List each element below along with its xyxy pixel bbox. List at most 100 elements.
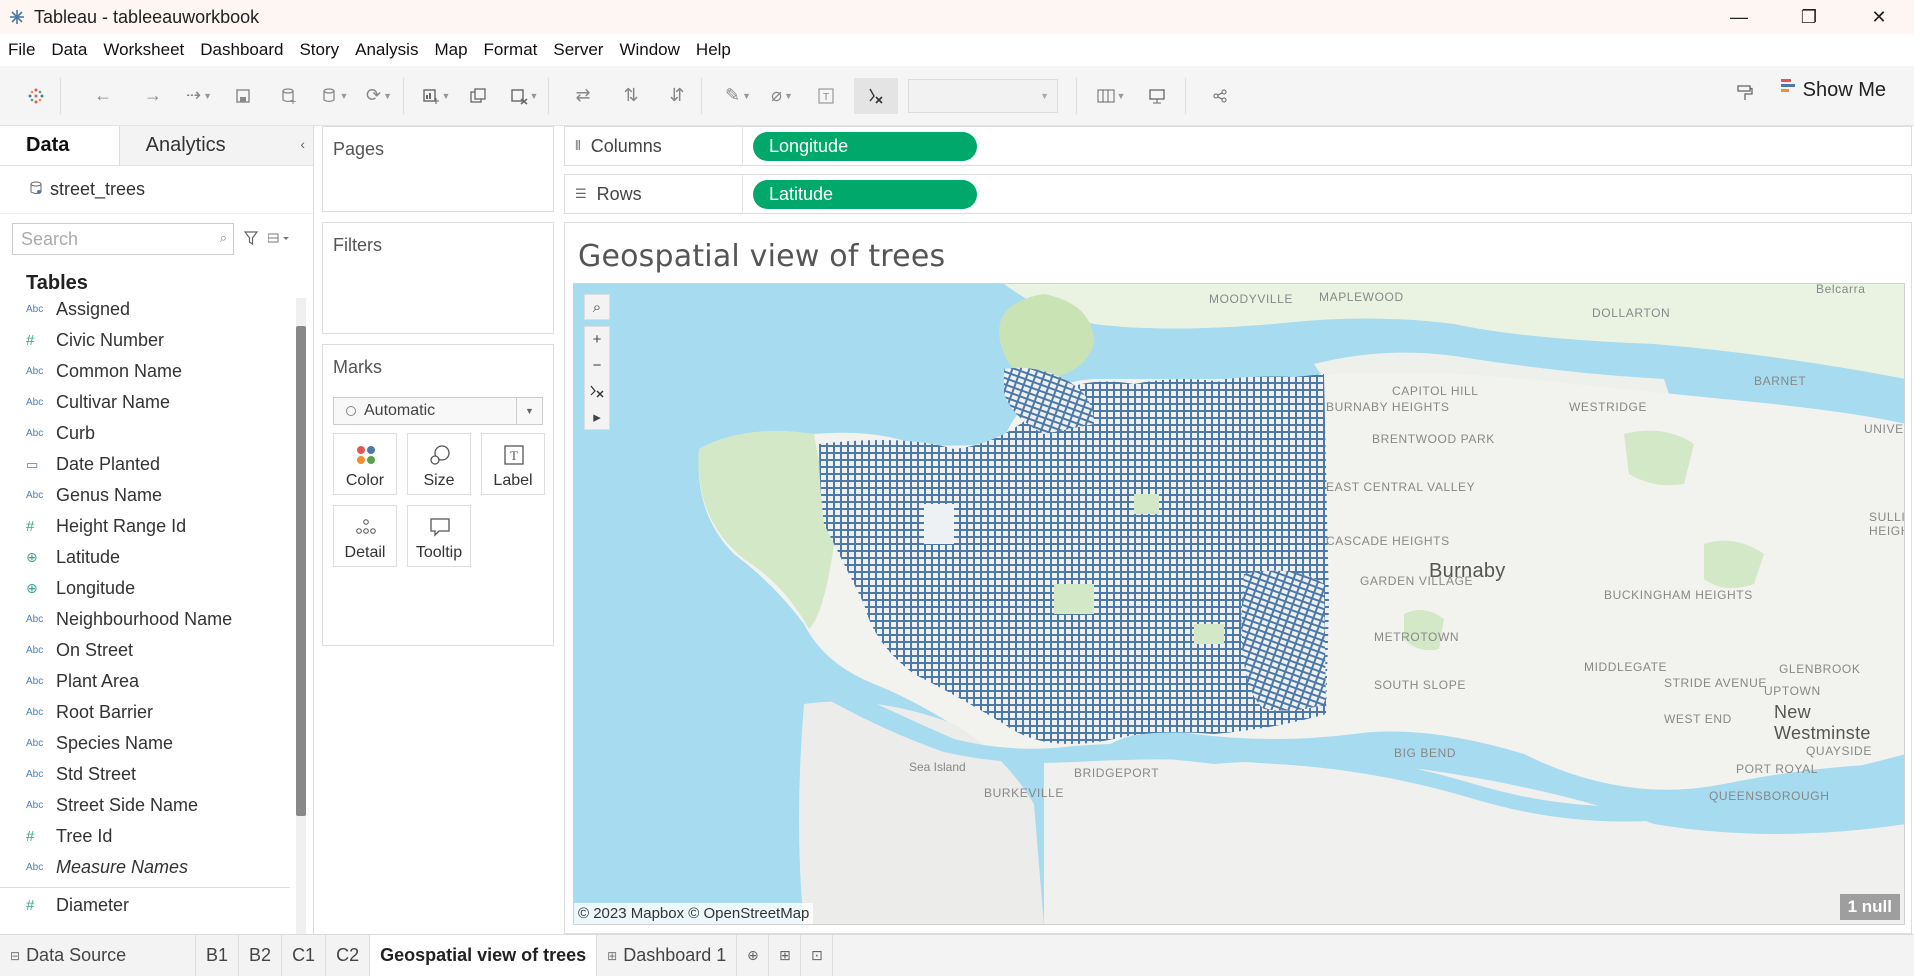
latitude-pill[interactable]: Latitude — [753, 179, 977, 209]
size-icon — [408, 444, 472, 466]
field-item[interactable]: Abc Root Barrier — [0, 697, 290, 728]
tab-dashboard-1[interactable]: ⊞ Dashboard 1 — [597, 934, 738, 976]
null-indicator[interactable]: 1 null — [1839, 894, 1900, 920]
menu-map[interactable]: Map — [426, 40, 475, 60]
replay-icon[interactable]: ⇢ ▼ — [183, 78, 215, 114]
tab-geospatial-view[interactable]: Geospatial view of trees — [370, 934, 598, 976]
field-item[interactable]: Abc On Street — [0, 635, 290, 666]
field-item[interactable]: Abc Species Name — [0, 728, 290, 759]
menu-help[interactable]: Help — [688, 40, 739, 60]
field-item[interactable]: Abc Neighbourhood Name — [0, 604, 290, 635]
new-dashboard-tab-icon[interactable]: ⊞ — [769, 934, 802, 976]
new-story-tab-icon[interactable]: ⊡ — [801, 934, 834, 976]
menu-analysis[interactable]: Analysis — [347, 40, 426, 60]
fix-axes-icon[interactable] — [854, 77, 898, 114]
tab-b1[interactable]: B1 — [196, 934, 240, 976]
sort-ascending-icon[interactable]: ⇅ — [615, 78, 647, 114]
reset-map-icon[interactable] — [584, 378, 610, 404]
tab-analytics[interactable]: Analytics ‹ — [119, 126, 313, 165]
menu-dashboard[interactable]: Dashboard — [192, 40, 291, 60]
zoom-out-button[interactable]: − — [584, 352, 610, 378]
field-item[interactable]: ⊕ Latitude — [0, 542, 290, 573]
field-item[interactable]: Abc Plant Area — [0, 666, 290, 697]
field-search-input[interactable]: Search ⌕ — [12, 223, 234, 255]
place-label: UNIVERCI — [1864, 422, 1904, 436]
filters-card[interactable]: Filters — [322, 222, 554, 334]
field-item[interactable]: # Diameter — [0, 890, 290, 921]
new-worksheet-tab-icon[interactable]: ⊕ — [737, 934, 770, 976]
menu-story[interactable]: Story — [291, 40, 347, 60]
sheet-title[interactable]: Geospatial view of trees — [578, 239, 945, 274]
clear-sheet-icon[interactable]: ▼ — [508, 78, 540, 114]
new-datasource-icon[interactable] — [273, 78, 305, 114]
map-attribution[interactable]: © 2023 Mapbox © OpenStreetMap — [574, 903, 814, 924]
pages-card[interactable]: Pages — [322, 126, 554, 212]
group-members-icon[interactable]: ⌀ ▼ — [766, 78, 798, 114]
field-item[interactable]: # Height Range Id — [0, 511, 290, 542]
presentation-mode-icon[interactable] — [1141, 78, 1173, 114]
share-icon[interactable] — [1204, 78, 1236, 114]
field-item[interactable]: ⊕ Longitude — [0, 573, 290, 604]
menu-data[interactable]: Data — [43, 40, 95, 60]
tooltip-button[interactable]: Tooltip — [407, 505, 471, 567]
field-list-scrollbar[interactable] — [296, 298, 306, 934]
refresh-icon[interactable]: ⟳ ▼ — [363, 78, 395, 114]
datasource-item[interactable]: street_trees — [0, 166, 313, 214]
field-item[interactable]: Abc Curb — [0, 418, 290, 449]
undo-icon[interactable]: ← — [87, 78, 119, 114]
show-cards-icon[interactable]: ▼ — [1095, 78, 1127, 114]
longitude-pill[interactable]: Longitude — [753, 131, 977, 161]
tab-c1[interactable]: C1 — [282, 934, 327, 976]
menu-server[interactable]: Server — [545, 40, 611, 60]
menu-window[interactable]: Window — [611, 40, 687, 60]
swap-rows-columns-icon[interactable]: ⇄ — [567, 78, 599, 114]
new-worksheet-icon[interactable]: ▼ — [420, 78, 452, 114]
show-mark-labels-icon[interactable]: T — [810, 78, 842, 114]
rows-shelf[interactable]: ☰ Rows Latitude — [564, 174, 1912, 214]
save-icon[interactable] — [227, 78, 259, 114]
close-button[interactable]: ✕ — [1844, 0, 1914, 34]
minimize-button[interactable]: — — [1704, 0, 1774, 34]
menu-file[interactable]: File — [0, 40, 43, 60]
pause-updates-icon[interactable]: ▼ — [319, 78, 351, 114]
restore-button[interactable]: ❐ — [1774, 0, 1844, 34]
menu-worksheet[interactable]: Worksheet — [95, 40, 192, 60]
field-item[interactable]: # Civic Number — [0, 325, 290, 356]
color-button[interactable]: Color — [333, 433, 397, 495]
tab-b2[interactable]: B2 — [239, 934, 283, 976]
field-item[interactable]: Abc Measure Names — [0, 852, 290, 883]
collapse-pane-icon[interactable]: ‹ — [300, 136, 305, 152]
format-painter-icon[interactable] — [1736, 84, 1754, 108]
fit-dropdown[interactable]: ▼ — [908, 78, 1058, 113]
zoom-in-button[interactable]: + — [584, 326, 610, 352]
map[interactable]: MOODYVILLE MAPLEWOOD Belcarra DOLLARTON … — [573, 283, 1905, 925]
mark-type-dropdown[interactable]: Automatic ▼ — [333, 397, 543, 425]
sort-descending-icon[interactable]: ⇵ — [661, 78, 693, 114]
tab-data-source[interactable]: ⊟ Data Source — [0, 934, 196, 976]
scrollbar-thumb[interactable] — [296, 326, 306, 816]
menu-format[interactable]: Format — [476, 40, 546, 60]
field-item[interactable]: Abc Assigned — [0, 294, 290, 325]
field-item[interactable]: ▭ Date Planted — [0, 449, 290, 480]
detail-button[interactable]: Detail — [333, 505, 397, 567]
show-me-button[interactable]: Show Me — [1780, 78, 1886, 102]
duplicate-sheet-icon[interactable] — [462, 78, 494, 114]
columns-shelf[interactable]: ⦀ Columns Longitude — [564, 126, 1912, 166]
map-search-icon[interactable]: ⌕ — [584, 294, 610, 320]
field-item[interactable]: # Tree Id — [0, 821, 290, 852]
view-options-icon[interactable] — [267, 232, 290, 247]
field-item[interactable]: Abc Cultivar Name — [0, 387, 290, 418]
tableau-home-icon[interactable] — [20, 78, 52, 114]
tab-c2[interactable]: C2 — [326, 934, 371, 976]
filter-icon[interactable] — [243, 230, 259, 248]
field-item[interactable]: Abc Std Street — [0, 759, 290, 790]
field-item[interactable]: Abc Street Side Name — [0, 790, 290, 821]
label-button[interactable]: T Label — [481, 433, 545, 495]
field-item[interactable]: Abc Genus Name — [0, 480, 290, 511]
tab-data[interactable]: Data — [0, 126, 120, 165]
field-item[interactable]: Abc Common Name — [0, 356, 290, 387]
redo-icon[interactable]: → — [137, 78, 169, 114]
expand-toolbar-icon[interactable]: ▸ — [584, 404, 610, 430]
size-button[interactable]: Size — [407, 433, 471, 495]
highlight-icon[interactable]: ✎ ▼ — [722, 78, 754, 114]
